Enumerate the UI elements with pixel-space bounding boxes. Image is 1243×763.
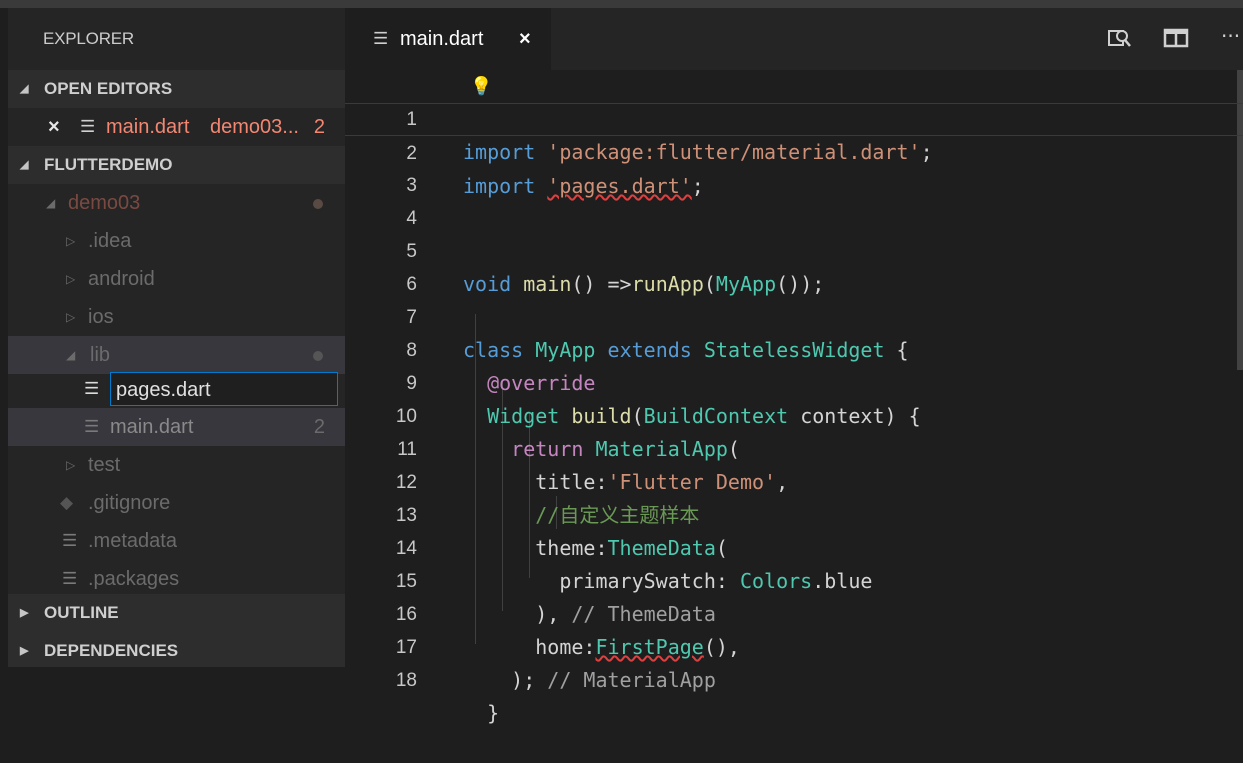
outline-section[interactable]: ▶ OUTLINE xyxy=(8,594,345,632)
git-icon: ◆ xyxy=(60,493,74,512)
open-changes-icon[interactable] xyxy=(1107,26,1133,55)
modified-dot xyxy=(313,351,323,361)
tree-file-gitignore[interactable]: ◆ .gitignore xyxy=(8,484,345,522)
code-line: 8 @override xyxy=(345,301,1243,395)
chevron-right-icon: ▷ xyxy=(66,458,76,472)
tree-folder-ios[interactable]: ▷ ios xyxy=(8,298,345,336)
problem-badge: 2 xyxy=(313,116,325,138)
code-line: 5 void main() =>runApp(MyApp()); xyxy=(345,202,1243,296)
tree-folder-test[interactable]: ▷ test xyxy=(8,446,345,484)
more-actions-icon[interactable]: ··· xyxy=(1221,24,1240,48)
chevron-down-icon: ◢ xyxy=(46,196,56,210)
code-line-current: 2 import 'pages.dart'; xyxy=(345,103,1243,198)
tree-file-pages[interactable]: ☰ pages.dart xyxy=(8,370,345,408)
open-editor-item[interactable]: × ☰ main.dart demo03... 2 xyxy=(8,108,345,146)
code-line: 15 ), // ThemeData xyxy=(345,532,1243,626)
flutterdemo-section[interactable]: ◢ FLUTTERDEMO xyxy=(8,146,345,184)
code-line: 10 return MaterialApp( xyxy=(345,367,1243,461)
code-line: 6 xyxy=(406,274,417,295)
chevron-down-icon: ◢ xyxy=(20,83,29,95)
code-line: 17 ); // MaterialApp xyxy=(345,598,1243,692)
tree-file-main[interactable]: ☰ main.dart 2 xyxy=(8,408,345,446)
title-strip xyxy=(0,0,1243,8)
tree-file-metadata[interactable]: ☰ .metadata xyxy=(8,522,345,560)
code-line: 3 xyxy=(406,175,417,196)
chevron-right-icon: ▷ xyxy=(66,234,76,248)
code-line: 11 title:'Flutter Demo', xyxy=(345,400,1243,494)
chevron-right-icon: ▶ xyxy=(20,607,29,619)
tree-folder-idea[interactable]: ▷ .idea xyxy=(8,222,345,260)
file-icon: ☰ xyxy=(373,29,389,48)
chevron-down-icon: ◢ xyxy=(66,348,76,362)
tree-folder-demo03[interactable]: ◢ demo03 xyxy=(8,184,345,222)
open-editor-filename: main.dart xyxy=(106,116,190,138)
file-icon: ☰ xyxy=(62,531,78,550)
dependencies-section[interactable]: ▶ DEPENDENCIES xyxy=(8,632,345,667)
tree-file-packages[interactable]: ☰ .packages xyxy=(8,560,345,598)
code-line: 14 primarySwatch: Colors.blue xyxy=(345,499,1243,593)
tab-main-dart[interactable]: ☰ main.dart × xyxy=(345,8,551,70)
code-text: } xyxy=(463,701,500,725)
modified-dot xyxy=(313,199,323,209)
chevron-right-icon: ▷ xyxy=(66,310,76,324)
code-text: ); // MaterialApp xyxy=(463,668,716,692)
problem-badge: 2 xyxy=(313,416,325,438)
open-editors-section[interactable]: ◢ OPEN EDITORS xyxy=(8,70,345,108)
lightbulb-icon[interactable]: 💡 xyxy=(470,70,492,103)
code-line: 12 //自定义主题样本 xyxy=(345,433,1243,527)
editor-tab-bar: ☰ main.dart × ··· xyxy=(345,8,1243,70)
code-line: 9 Widget build(BuildContext context) { xyxy=(345,334,1243,428)
file-icon: ☰ xyxy=(84,379,100,398)
code-line: 16 home:FirstPage(), xyxy=(345,565,1243,659)
rename-input[interactable]: pages.dart xyxy=(110,372,338,406)
chevron-right-icon: ▷ xyxy=(66,272,76,286)
explorer-sidebar: EXPLORER ◢ OPEN EDITORS × ☰ main.dart de… xyxy=(8,8,345,667)
file-icon: ☰ xyxy=(62,569,78,588)
code-line: 18 } xyxy=(345,631,1243,725)
chevron-right-icon: ▶ xyxy=(20,645,29,657)
code-line: 4 xyxy=(406,208,417,229)
open-editor-folder: demo03... xyxy=(210,116,299,138)
code-line: 7 class MyApp extends StatelessWidget { xyxy=(345,268,1243,362)
split-editor-icon[interactable] xyxy=(1163,26,1189,55)
explorer-title: EXPLORER xyxy=(43,29,134,48)
code-line: 13 theme:ThemeData( xyxy=(345,466,1243,560)
code-line: 1 import 'package:flutter/material.dart'… xyxy=(345,70,1243,164)
code-editor[interactable]: 1 import 'package:flutter/material.dart'… xyxy=(345,70,1243,725)
tree-folder-android[interactable]: ▷ android xyxy=(8,260,345,298)
file-icon: ☰ xyxy=(80,117,96,136)
close-icon[interactable]: × xyxy=(48,108,60,146)
chevron-down-icon: ◢ xyxy=(20,159,29,171)
file-icon: ☰ xyxy=(84,417,100,436)
tree-folder-lib[interactable]: ◢ lib xyxy=(8,336,345,374)
close-icon[interactable]: × xyxy=(519,8,531,70)
